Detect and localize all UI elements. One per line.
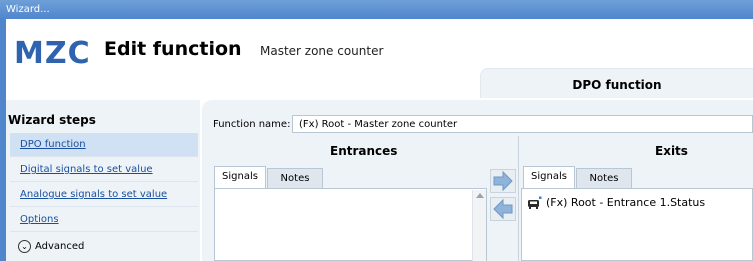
remove-entrance-button[interactable] xyxy=(490,197,516,221)
exits-title: Exits xyxy=(655,144,688,158)
advanced-toggle[interactable]: ⌄ Advanced xyxy=(10,236,198,258)
function-name-label: Function name: xyxy=(213,119,291,130)
page-title: Edit function xyxy=(104,38,242,60)
app-logo: MZC xyxy=(14,36,91,71)
entrances-scrollbar[interactable] xyxy=(472,190,486,261)
page-subtitle: Master zone counter xyxy=(260,44,384,58)
entrances-list[interactable] xyxy=(214,188,487,261)
exit-list-item[interactable]: (Fx) Root - Entrance 1.Status xyxy=(526,195,705,211)
advanced-label: Advanced xyxy=(35,241,85,252)
sidebar-item-options[interactable]: Options xyxy=(10,208,198,232)
exit-item-label: (Fx) Root - Entrance 1.Status xyxy=(546,196,706,209)
window-titlebar: Wizard... xyxy=(0,0,753,19)
arrow-right-icon xyxy=(493,170,513,192)
column-divider xyxy=(518,136,519,261)
sidebar-item-analogue-signals[interactable]: Analogue signals to set value xyxy=(10,183,198,207)
chevron-down-circle-icon: ⌄ xyxy=(18,239,31,253)
tab-dpo-function[interactable]: DPO function xyxy=(480,68,753,98)
tab-exits-signals[interactable]: Signals xyxy=(523,166,575,188)
add-entrance-button[interactable] xyxy=(490,169,516,193)
car-icon xyxy=(528,196,542,209)
scroll-up-icon[interactable] xyxy=(476,193,484,198)
tab-entrances-notes[interactable]: Notes xyxy=(267,168,323,188)
tab-exits-notes[interactable]: Notes xyxy=(576,168,632,188)
sidebar-item-digital-signals[interactable]: Digital signals to set value xyxy=(10,158,198,182)
tab-entrances-signals[interactable]: Signals xyxy=(214,166,266,188)
function-name-input[interactable] xyxy=(292,115,753,133)
window-title: Wizard... xyxy=(6,4,50,15)
arrow-left-icon xyxy=(493,198,513,220)
sidebar-item-dpo-function[interactable]: DPO function xyxy=(10,133,198,157)
entrances-title: Entrances xyxy=(330,144,398,158)
sidebar-header: Wizard steps xyxy=(8,113,96,127)
